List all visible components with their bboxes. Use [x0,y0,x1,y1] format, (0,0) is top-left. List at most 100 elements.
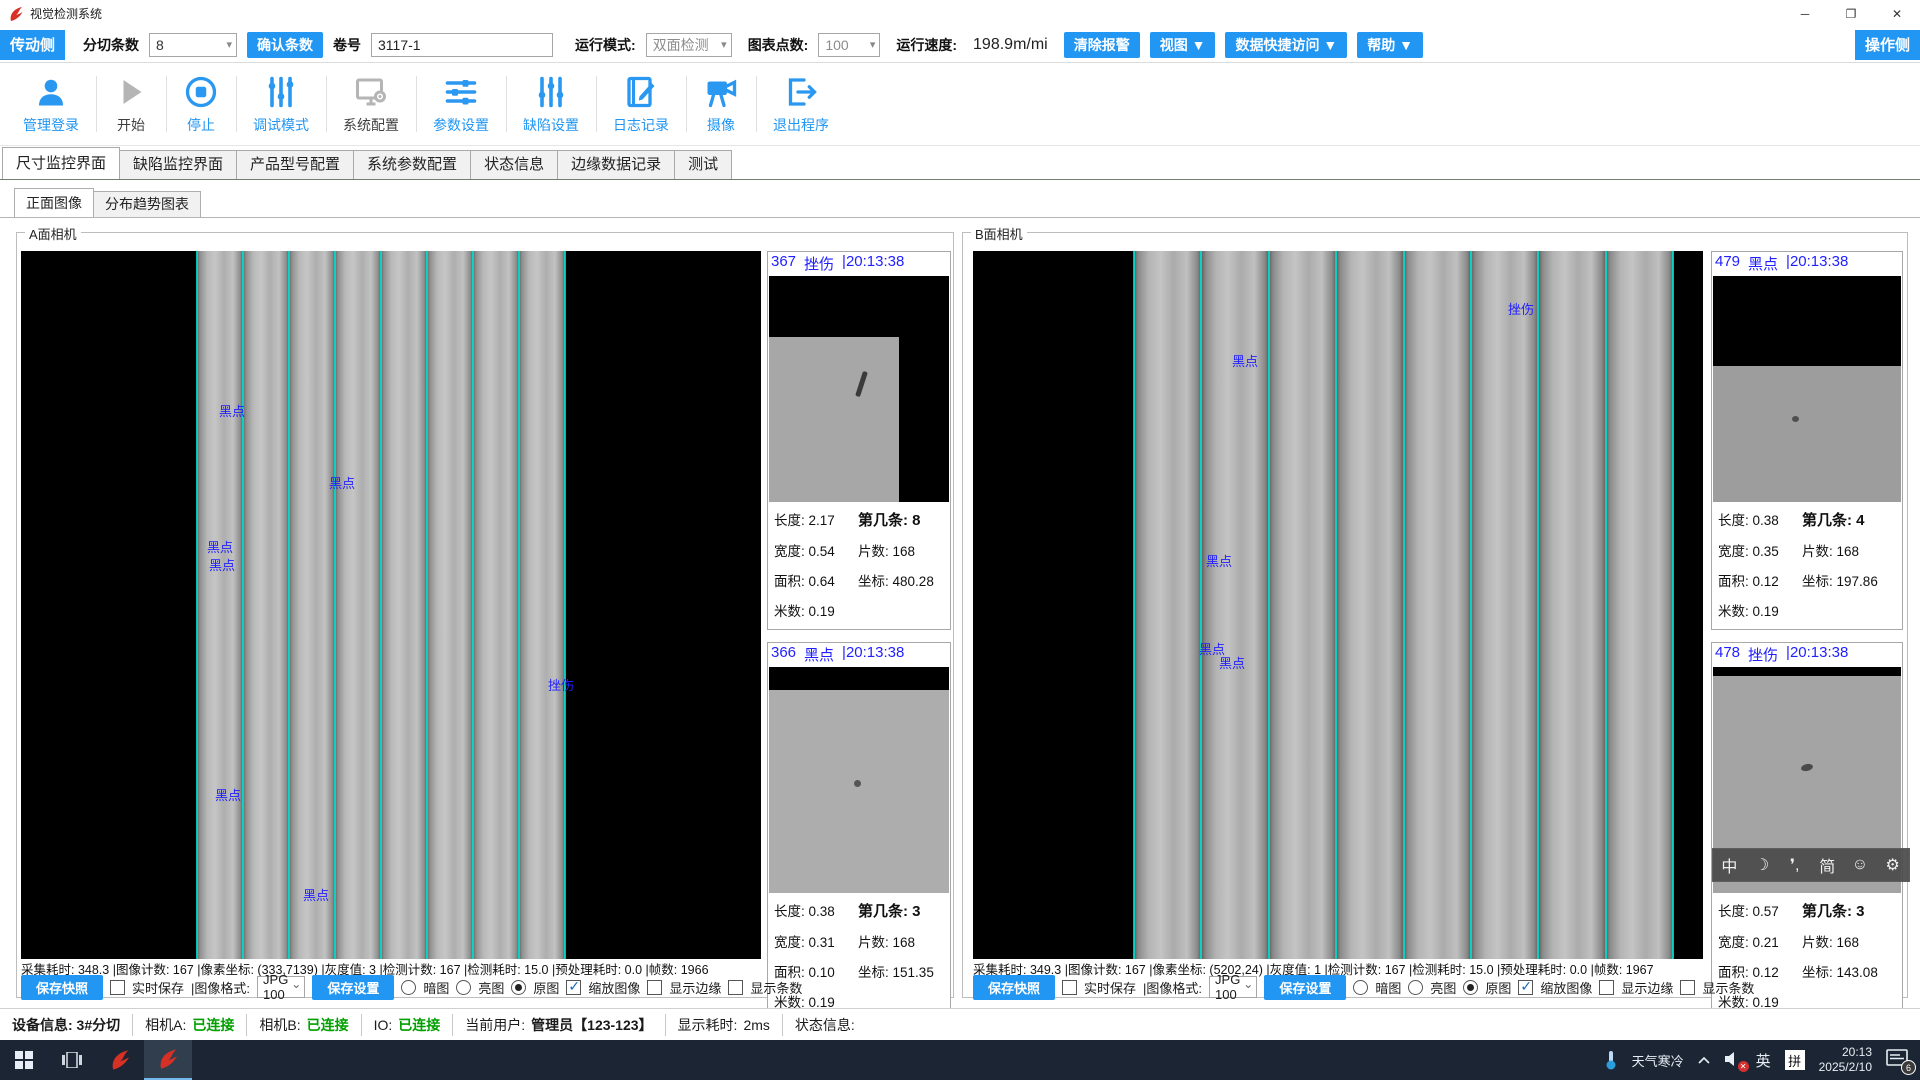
show-edges-checkbox[interactable] [1599,980,1614,995]
ime-settings-gear-icon[interactable]: ⚙ [1879,855,1907,875]
zoom-image-checkbox[interactable] [566,980,581,995]
slit-count-select[interactable]: 8 [149,33,237,57]
operator-side-button[interactable]: 操作侧 [1855,30,1920,60]
camera-a-overlay: 黑点黑点黑点黑点挫伤黑点黑点 [21,251,761,959]
defect-card[interactable]: 367 挫伤 |20:13:38 长度: 2.17 第几条: 8 宽度: 0.5… [767,251,951,630]
display-time: 显示耗时:2ms [666,1014,783,1036]
ribbon-defect-settings[interactable]: 缺陷设置 [506,69,596,139]
defect-card-header: 478 挫伤 |20:13:38 [1712,643,1902,667]
ribbon-stop[interactable]: 停止 [166,69,236,139]
camera-a-defect-list: 367 挫伤 |20:13:38 长度: 2.17 第几条: 8 宽度: 0.5… [767,251,951,1021]
view-menu-button[interactable]: 视图 ▼ [1150,32,1216,58]
defect-card[interactable]: 478 挫伤 |20:13:38 长度: 0.57 第几条: 3 宽度: 0.2… [1711,642,1903,1021]
ribbon-label: 调试模式 [253,115,309,135]
show-strips-label: 显示条数 [1702,978,1754,997]
save-snapshot-button[interactable]: 保存快照 [973,975,1055,1000]
taskbar-app-vision[interactable] [96,1040,144,1080]
roll-number-input[interactable]: 3117-1 [371,33,553,57]
help-menu-button[interactable]: 帮助 ▼ [1357,32,1423,58]
start-button[interactable] [0,1040,48,1080]
task-view-icon [62,1052,82,1068]
icon-ribbon: 管理登录 开始 停止 调试模式 系统配置 [0,63,1920,146]
show-strips-checkbox[interactable] [728,980,743,995]
defect-time: |20:13:38 [842,253,904,274]
save-snapshot-button[interactable]: 保存快照 [21,975,103,1000]
zoom-image-checkbox[interactable] [1518,980,1533,995]
close-button[interactable]: ✕ [1874,0,1920,27]
content-area: A面相机 黑点黑点黑点黑点挫伤黑点黑点 367 挫伤 |20:13:38 长度:… [0,218,1920,1008]
tab-size-monitor[interactable]: 尺寸监控界面 [2,147,120,179]
ime-punctuation-icon[interactable]: ❜, [1781,855,1809,875]
ime-chinese-mode[interactable]: 中 [1715,853,1743,877]
subtab-front-image[interactable]: 正面图像 [14,188,94,217]
ime-pinyin-indicator[interactable]: 拼 [1785,1050,1805,1070]
clear-alarm-button[interactable]: 清除报警 [1064,32,1140,58]
show-edges-checkbox[interactable] [647,980,662,995]
confirm-count-button[interactable]: 确认条数 [247,32,323,58]
original-image-radio[interactable] [511,980,526,995]
defect-overlay-label: 黑点 [1232,351,1258,370]
ribbon-start[interactable]: 开始 [96,69,166,139]
restore-button[interactable]: ❐ [1828,0,1874,27]
ribbon-system-config[interactable]: 系统配置 [326,69,416,139]
taskbar-app-vision-active[interactable] [144,1040,192,1080]
tab-system-param-config[interactable]: 系统参数配置 [353,150,471,179]
notification-count-badge: 6 [1901,1060,1916,1075]
defect-thumbnail [1713,276,1901,502]
volume-muted-icon[interactable]: ✕ [1724,1051,1742,1070]
image-format-select[interactable]: JPG 100 [257,976,305,998]
ribbon-exit-program[interactable]: 退出程序 [756,69,846,139]
ribbon-label: 缺陷设置 [523,115,579,135]
taskbar-clock[interactable]: 20:13 2025/2/10 [1819,1045,1872,1075]
original-image-radio[interactable] [1463,980,1478,995]
realtime-save-checkbox[interactable] [110,980,125,995]
task-view-button[interactable] [48,1040,96,1080]
ribbon-debug-mode[interactable]: 调试模式 [236,69,326,139]
ribbon-admin-login[interactable]: 管理登录 [6,69,96,139]
dark-image-radio[interactable] [401,980,416,995]
save-settings-button[interactable]: 保存设置 [1264,975,1346,1000]
video-camera-icon [703,74,739,110]
minimize-button[interactable]: ─ [1782,0,1828,27]
camera-a-connection: 相机A:已连接 [133,1014,247,1036]
dark-image-radio[interactable] [1353,980,1368,995]
tab-status-info[interactable]: 状态信息 [470,150,558,179]
tab-edge-data-record[interactable]: 边缘数据记录 [557,150,675,179]
tab-defect-monitor[interactable]: 缺陷监控界面 [119,150,237,179]
notebook-edit-icon [623,74,659,110]
data-quick-access-button[interactable]: 数据快捷访问 ▼ [1225,32,1347,58]
ime-toolbar: 中 ☽ ❜, 简 ☺ ⚙ [1712,848,1910,882]
bright-image-radio[interactable] [456,980,471,995]
ime-language-indicator[interactable]: 英 [1756,1050,1771,1071]
image-format-select[interactable]: JPG 100 [1209,976,1257,998]
tab-test[interactable]: 测试 [674,150,732,179]
action-center-button[interactable]: 6 [1886,1049,1910,1071]
defect-card[interactable]: 366 黑点 |20:13:38 长度: 0.38 第几条: 3 宽度: 0.3… [767,642,951,1021]
save-settings-button[interactable]: 保存设置 [312,975,394,1000]
chart-points-select[interactable]: 100 [818,33,880,57]
drive-side-button[interactable]: 传动侧 [0,30,65,60]
defect-time: |20:13:38 [842,644,904,665]
app-status-bar: 设备信息: 3#分切 相机A:已连接 相机B:已连接 IO:已连接 当前用户:管… [0,1008,1920,1040]
defect-overlay-label: 黑点 [1206,551,1232,570]
weather-text[interactable]: 天气寒冷 [1632,1051,1684,1070]
subtab-trend-chart[interactable]: 分布趋势图表 [93,191,201,217]
defect-card[interactable]: 479 黑点 |20:13:38 长度: 0.38 第几条: 4 宽度: 0.3… [1711,251,1903,630]
defect-overlay-label: 黑点 [207,537,233,556]
bright-image-radio[interactable] [1408,980,1423,995]
ime-emoji-icon[interactable]: ☺ [1846,856,1874,874]
ime-simplified-mode[interactable]: 简 [1813,853,1841,877]
tab-product-model-config[interactable]: 产品型号配置 [236,150,354,179]
realtime-save-checkbox[interactable] [1062,980,1077,995]
ribbon-log-record[interactable]: 日志记录 [596,69,686,139]
run-mode-select[interactable]: 双面检测 [646,33,732,57]
ribbon-label: 管理登录 [23,115,79,135]
tray-expand-chevron-icon[interactable] [1698,1056,1710,1064]
panel-a-title: A面相机 [25,224,81,243]
defect-type: 挫伤 [1748,644,1778,665]
show-strips-checkbox[interactable] [1680,980,1695,995]
main-tab-bar: 尺寸监控界面 缺陷监控界面 产品型号配置 系统参数配置 状态信息 边缘数据记录 … [0,146,1920,180]
ime-halfwidth-icon[interactable]: ☽ [1748,855,1776,875]
ribbon-capture[interactable]: 摄像 [686,69,756,139]
ribbon-parameter-settings[interactable]: 参数设置 [416,69,506,139]
